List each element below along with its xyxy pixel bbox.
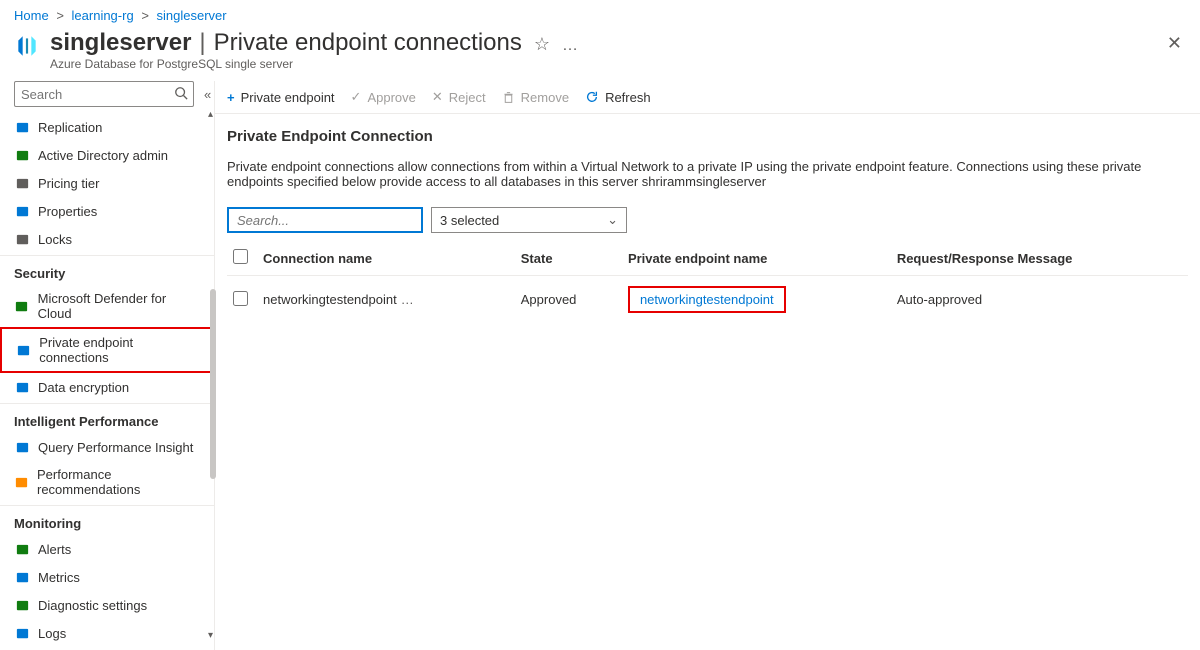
sidebar-item-replication[interactable]: Replication — [0, 113, 214, 141]
refresh-button[interactable]: Refresh — [585, 90, 651, 105]
approve-button[interactable]: ✓ Approve — [351, 89, 416, 105]
chevron-down-icon: ⌄ — [607, 212, 618, 228]
sidebar-item-defender[interactable]: Microsoft Defender for Cloud — [0, 285, 214, 327]
sidebar-item-label: Active Directory admin — [38, 148, 168, 163]
sidebar-item-label: Diagnostic settings — [38, 598, 147, 613]
sidebar-item-label: Private endpoint connections — [39, 335, 198, 365]
message-value: Auto-approved — [891, 276, 1188, 324]
endpoint-link[interactable]: networkingtestendpoint — [640, 292, 774, 307]
breadcrumb-sep: > — [141, 8, 149, 23]
sidebar-item-pricing[interactable]: Pricing tier — [0, 169, 214, 197]
qpi-icon — [14, 439, 30, 455]
resource-type: Azure Database for PostgreSQL single ser… — [50, 57, 1186, 71]
favorite-icon[interactable]: ☆ — [534, 34, 550, 55]
add-private-endpoint-button[interactable]: + Private endpoint — [227, 90, 335, 105]
sidebar-item-logs[interactable]: Logs — [0, 619, 214, 647]
properties-icon — [14, 203, 30, 219]
sidebar-search-input[interactable] — [14, 81, 194, 107]
connection-name: networkingtestendpoint — [263, 292, 397, 307]
sidebar-section-intelligent-performance: Intelligent Performance — [0, 403, 214, 433]
col-connection[interactable]: Connection name — [257, 241, 515, 276]
search-icon — [174, 86, 188, 100]
sidebar-item-label: Logs — [38, 626, 66, 641]
sidebar-item-label: Query Performance Insight — [38, 440, 193, 455]
col-endpoint[interactable]: Private endpoint name — [622, 241, 891, 276]
sidebar-item-label: Replication — [38, 120, 102, 135]
reject-button[interactable]: ✕ Reject — [432, 89, 486, 105]
breadcrumb-resource[interactable]: singleserver — [157, 8, 227, 23]
alerts-icon — [14, 541, 30, 557]
sidebar-item-ad-admin[interactable]: Active Directory admin — [0, 141, 214, 169]
scrollbar-thumb[interactable] — [210, 289, 216, 479]
x-icon: ✕ — [432, 89, 443, 105]
section-description: Private endpoint connections allow conne… — [227, 159, 1167, 189]
section-heading: Private Endpoint Connection — [227, 128, 1188, 145]
ad-admin-icon — [14, 147, 30, 163]
metrics-icon — [14, 569, 30, 585]
breadcrumb-home[interactable]: Home — [14, 8, 49, 23]
col-state[interactable]: State — [515, 241, 622, 276]
close-icon[interactable]: ✕ — [1167, 33, 1182, 54]
replication-icon — [14, 119, 30, 135]
sidebar-item-label: Data encryption — [38, 380, 129, 395]
resource-icon — [14, 33, 40, 59]
diag-icon — [14, 597, 30, 613]
sidebar-item-qpi[interactable]: Query Performance Insight — [0, 433, 214, 461]
more-icon[interactable]: … — [562, 37, 579, 55]
main-content: + Private endpoint ✓ Approve ✕ Reject Re… — [215, 81, 1200, 650]
sidebar-item-label: Properties — [38, 204, 97, 219]
sidebar-item-alerts[interactable]: Alerts — [0, 535, 214, 563]
pec-icon — [16, 342, 31, 358]
grid-search-input[interactable] — [227, 207, 423, 233]
sidebar-section-monitoring: Monitoring — [0, 505, 214, 535]
sidebar-item-pec[interactable]: Private endpoint connections — [0, 327, 214, 373]
col-message[interactable]: Request/Response Message — [891, 241, 1188, 276]
page-title: Private endpoint connections — [214, 29, 522, 57]
connections-table: Connection name State Private endpoint n… — [227, 241, 1188, 323]
trash-icon — [502, 91, 515, 104]
sidebar: « Replication Active Directory admin Prici… — [0, 81, 215, 650]
page-header: singleserver | Private endpoint connecti… — [0, 27, 1200, 81]
resource-name: singleserver — [50, 29, 191, 57]
sidebar-item-metrics[interactable]: Metrics — [0, 563, 214, 591]
row-more-icon[interactable]: … — [401, 292, 414, 307]
check-icon: ✓ — [351, 89, 362, 105]
sidebar-item-label: Alerts — [38, 542, 71, 557]
row-checkbox[interactable] — [233, 291, 248, 306]
sidebar-item-perf-rec[interactable]: Performance recommendations — [0, 461, 214, 503]
sidebar-item-label: Microsoft Defender for Cloud — [38, 291, 200, 321]
state-filter-dropdown[interactable]: 3 selected ⌄ — [431, 207, 627, 233]
sidebar-section-security: Security — [0, 255, 214, 285]
sidebar-item-encryption[interactable]: Data encryption — [0, 373, 214, 401]
toolbar: + Private endpoint ✓ Approve ✕ Reject Re… — [215, 81, 1200, 114]
breadcrumb-sep: > — [56, 8, 64, 23]
perf-rec-icon — [14, 474, 29, 490]
select-all-checkbox[interactable] — [233, 249, 248, 264]
encryption-icon — [14, 379, 30, 395]
scroll-up-icon[interactable]: ▴ — [208, 109, 218, 119]
table-row: networkingtestendpoint … Approved networkin… — [227, 276, 1188, 324]
sidebar-item-label: Pricing tier — [38, 176, 99, 191]
sidebar-item-label: Performance recommendations — [37, 467, 200, 497]
sidebar-item-label: Metrics — [38, 570, 80, 585]
plus-icon: + — [227, 90, 235, 105]
defender-icon — [14, 298, 30, 314]
sidebar-item-properties[interactable]: Properties — [0, 197, 214, 225]
locks-icon — [14, 231, 30, 247]
sidebar-item-locks[interactable]: Locks — [0, 225, 214, 253]
state-value: Approved — [515, 276, 622, 324]
collapse-sidebar-icon[interactable]: « — [204, 87, 211, 102]
sidebar-item-diag[interactable]: Diagnostic settings — [0, 591, 214, 619]
sidebar-item-label: Locks — [38, 232, 72, 247]
refresh-icon — [585, 90, 599, 104]
breadcrumb-rg[interactable]: learning-rg — [72, 8, 134, 23]
breadcrumb: Home > learning-rg > singleserver — [0, 0, 1200, 27]
pricing-icon — [14, 175, 30, 191]
remove-button[interactable]: Remove — [502, 90, 569, 105]
